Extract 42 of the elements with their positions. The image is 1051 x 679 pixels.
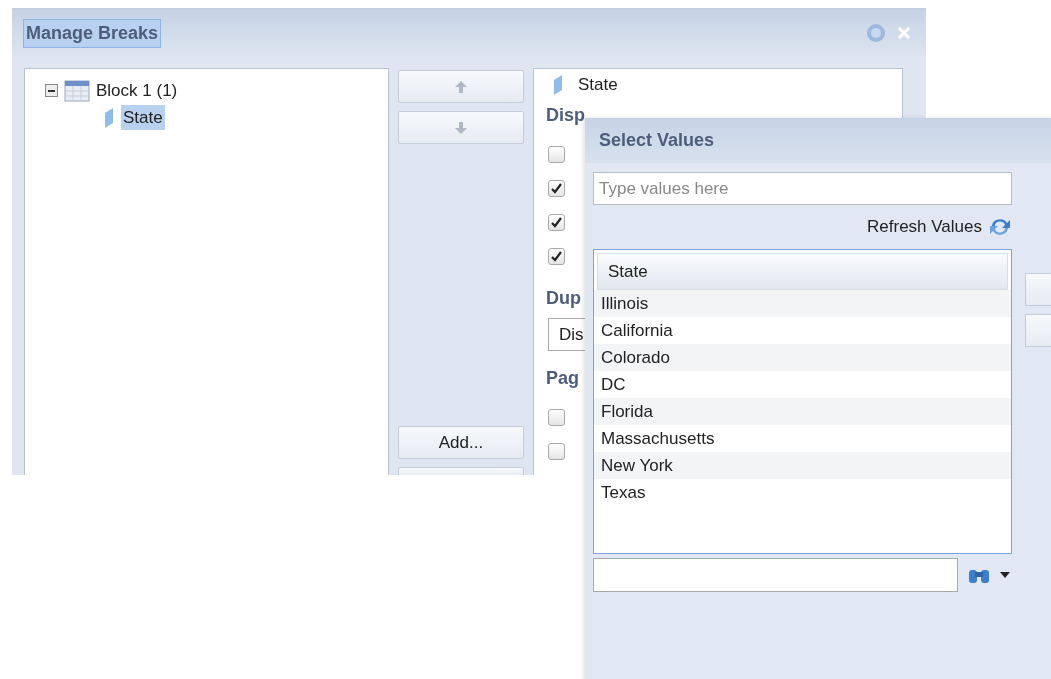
break-object-label: State: [578, 73, 618, 96]
checkbox[interactable]: [548, 443, 565, 460]
arrow-down-icon: [454, 120, 468, 135]
list-item[interactable]: Illinois: [594, 290, 1011, 317]
dialog-title: Select Values: [599, 129, 715, 152]
list-item[interactable]: DC: [594, 371, 1011, 398]
button[interactable]: [398, 467, 524, 475]
list-item[interactable]: Florida: [594, 398, 1011, 425]
column-header[interactable]: State: [597, 253, 1008, 290]
search-field[interactable]: [593, 558, 958, 592]
checkbox[interactable]: [548, 214, 565, 231]
tree-item[interactable]: State: [121, 104, 165, 131]
dimension-icon: [552, 73, 564, 96]
checkbox[interactable]: [548, 180, 565, 197]
checkmark-icon: [551, 251, 562, 262]
checkbox[interactable]: [548, 248, 565, 265]
list-item[interactable]: Colorado: [594, 344, 1011, 371]
section-heading: Pag: [546, 367, 579, 390]
list-item[interactable]: Texas: [594, 479, 1011, 506]
table-icon: [64, 78, 90, 103]
move-up-button[interactable]: [398, 70, 524, 103]
refresh-icon[interactable]: [988, 216, 1012, 238]
section-heading: Dup: [546, 287, 581, 310]
side-button[interactable]: [1025, 314, 1051, 347]
tree-item[interactable]: Block 1 (1): [96, 77, 178, 104]
add-button[interactable]: Add...: [398, 426, 524, 459]
checkmark-icon: [551, 183, 562, 194]
input-field[interactable]: Type values here: [593, 172, 1012, 205]
collapse-toggle[interactable]: [45, 84, 58, 97]
list-item[interactable]: Massachusetts: [594, 425, 1011, 452]
arrow-up-icon: [454, 79, 468, 94]
side-button[interactable]: [1025, 273, 1051, 306]
checkbox[interactable]: [548, 146, 565, 163]
caret-icon[interactable]: [1000, 572, 1010, 578]
checkbox[interactable]: [548, 409, 565, 426]
dimension-icon: [103, 106, 115, 129]
dialog-title: Manage Breaks: [24, 19, 161, 47]
section-heading: Disp: [546, 104, 585, 127]
checkmark-icon: [551, 217, 562, 228]
move-down-button[interactable]: [398, 111, 524, 144]
refresh-link[interactable]: Refresh Values: [867, 214, 982, 240]
list-item[interactable]: New York: [594, 452, 1011, 479]
